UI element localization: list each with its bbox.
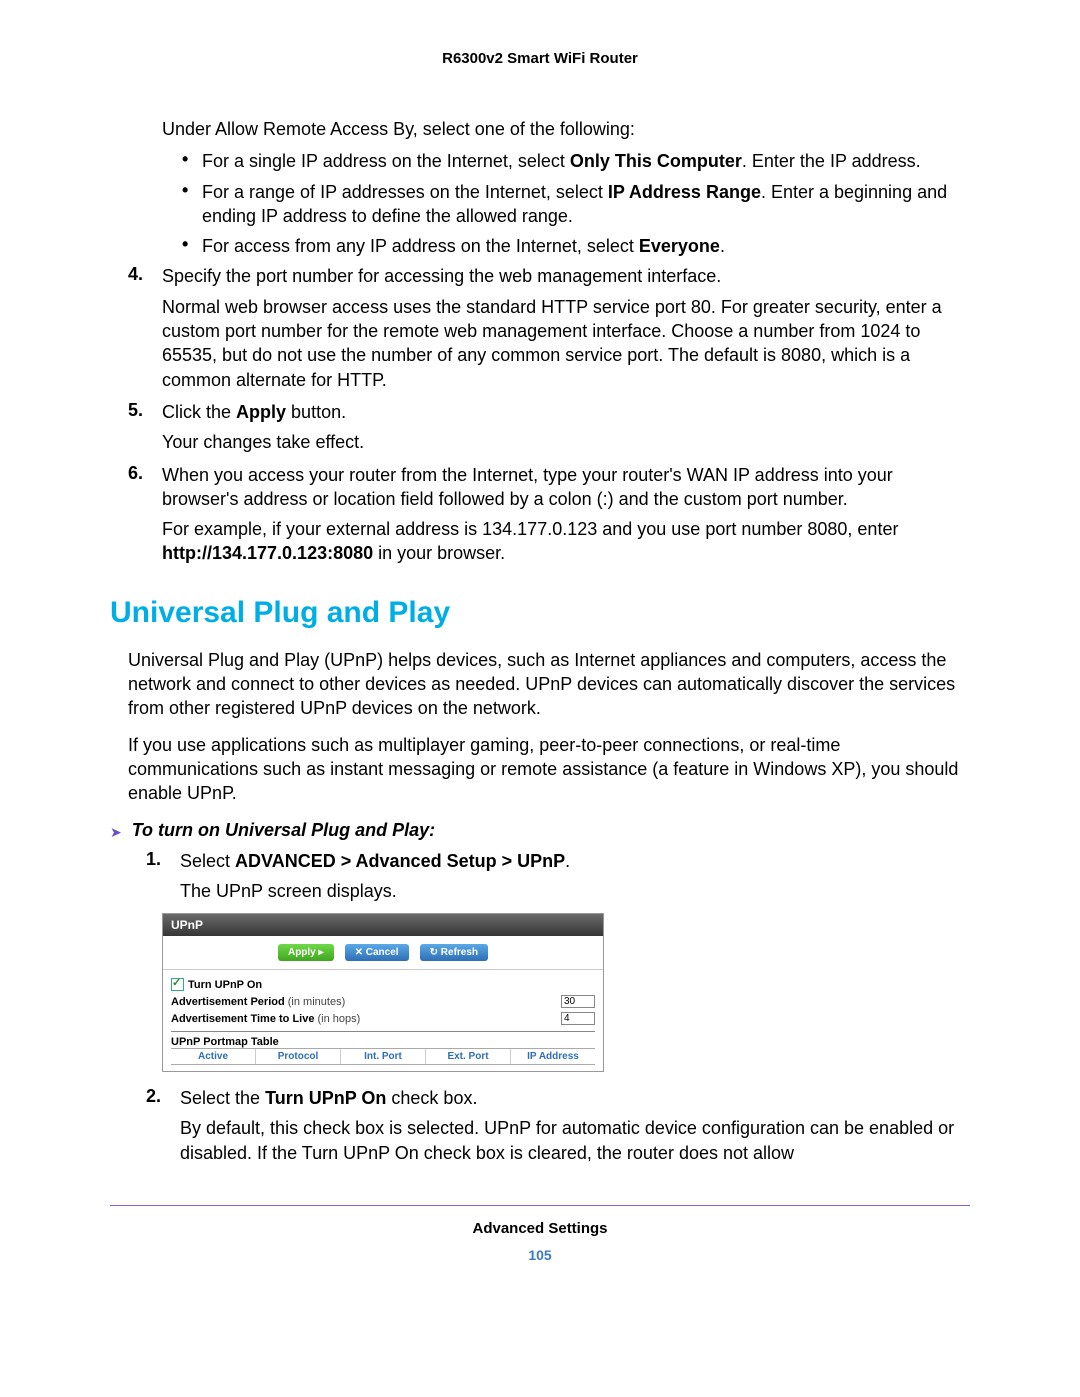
col-active: Active — [171, 1049, 256, 1064]
bold-text: ADVANCED > Advanced Setup > UPnP — [235, 851, 565, 871]
text: . Enter the IP address. — [742, 151, 921, 171]
procedure-heading: ➤ To turn on Universal Plug and Play: — [110, 820, 970, 841]
step-paragraph: Normal web browser access uses the stand… — [162, 295, 970, 392]
step-paragraph: By default, this check box is selected. … — [180, 1116, 970, 1165]
text: For example, if your external address is… — [162, 519, 898, 539]
adv-period-row: Advertisement Period (in minutes) 30 — [171, 993, 595, 1010]
step-number: 5. — [128, 400, 162, 424]
bullet-item: • For access from any IP address on the … — [182, 234, 970, 258]
apply-button[interactable]: Apply ▸ — [278, 944, 334, 961]
bullet-item: • For a range of IP addresses on the Int… — [182, 180, 970, 229]
text: button. — [286, 402, 346, 422]
numbered-step: 1. Select ADVANCED > Advanced Setup > UP… — [128, 849, 970, 873]
field-label: Advertisement Period — [171, 996, 285, 1008]
step-number: 2. — [146, 1086, 180, 1110]
section-paragraph: Universal Plug and Play (UPnP) helps dev… — [128, 648, 970, 721]
bold-text: IP Address Range — [608, 182, 761, 202]
col-int-port: Int. Port — [341, 1049, 426, 1064]
text: For a range of IP addresses on the Inter… — [202, 182, 608, 202]
step-paragraph: The UPnP screen displays. — [180, 879, 970, 903]
document-page: R6300v2 Smart WiFi Router Under Allow Re… — [0, 0, 1080, 1397]
turn-upnp-on-row: Turn UPnP On — [171, 976, 595, 993]
numbered-step: 2. Select the Turn UPnP On check box. — [128, 1086, 970, 1110]
bullet-dot-icon: • — [182, 180, 202, 229]
procedure-title: To turn on Universal Plug and Play: — [132, 820, 435, 841]
bold-text: Everyone — [639, 236, 720, 256]
adv-period-input[interactable]: 30 — [561, 995, 595, 1008]
turn-upnp-on-checkbox[interactable] — [171, 978, 184, 991]
text: For access from any IP address on the In… — [202, 236, 639, 256]
step-text: Specify the port number for accessing th… — [162, 264, 970, 288]
refresh-button[interactable]: ↻ Refresh — [420, 944, 488, 961]
button-row: Apply ▸ ✕ Cancel ↻ Refresh — [163, 936, 603, 970]
field-unit: (in minutes) — [288, 996, 345, 1008]
numbered-step: 6. When you access your router from the … — [110, 463, 970, 512]
text: Click the — [162, 402, 236, 422]
field-unit: (in hops) — [318, 1013, 361, 1025]
intro-text: Under Allow Remote Access By, select one… — [162, 117, 970, 141]
panel-title: UPnP — [163, 914, 603, 936]
checkbox-label: Turn UPnP On — [188, 979, 262, 991]
ttl-input[interactable]: 4 — [561, 1012, 595, 1025]
bullet-dot-icon: • — [182, 149, 202, 173]
page-footer: Advanced Settings 105 — [110, 1205, 970, 1263]
col-protocol: Protocol — [256, 1049, 341, 1064]
portmap-table-header: Active Protocol Int. Port Ext. Port IP A… — [171, 1048, 595, 1065]
upnp-screenshot: UPnP Apply ▸ ✕ Cancel ↻ Refresh Turn UPn… — [162, 913, 604, 1072]
bold-text: http://134.177.0.123:8080 — [162, 543, 373, 563]
step-text: When you access your router from the Int… — [162, 463, 970, 512]
bold-text: Turn UPnP On — [265, 1088, 386, 1108]
text: Select the — [180, 1088, 265, 1108]
step-paragraph: For example, if your external address is… — [162, 517, 970, 566]
document-header-title: R6300v2 Smart WiFi Router — [110, 50, 970, 67]
step-number: 4. — [128, 264, 162, 288]
page-number: 105 — [110, 1247, 970, 1263]
section-heading: Universal Plug and Play — [110, 596, 970, 630]
bold-text: Only This Computer — [570, 151, 742, 171]
text: in your browser. — [373, 543, 505, 563]
footer-section: Advanced Settings — [110, 1220, 970, 1237]
text: For a single IP address on the Internet,… — [202, 151, 570, 171]
step-paragraph: Your changes take effect. — [162, 430, 970, 454]
step-number: 1. — [146, 849, 180, 873]
step-number: 6. — [128, 463, 162, 512]
col-ext-port: Ext. Port — [426, 1049, 511, 1064]
ttl-row: Advertisement Time to Live (in hops) 4 — [171, 1010, 595, 1027]
text: . — [565, 851, 570, 871]
text: Select — [180, 851, 235, 871]
portmap-table-label: UPnP Portmap Table — [171, 1031, 595, 1048]
cancel-button[interactable]: ✕ Cancel — [345, 944, 409, 961]
numbered-step: 5. Click the Apply button. — [110, 400, 970, 424]
arrow-icon: ➤ — [110, 824, 122, 841]
bold-text: Apply — [236, 402, 286, 422]
bullet-item: • For a single IP address on the Interne… — [182, 149, 970, 173]
text: . — [720, 236, 725, 256]
section-paragraph: If you use applications such as multipla… — [128, 733, 970, 806]
col-ip-address: IP Address — [511, 1049, 595, 1064]
field-label: Advertisement Time to Live — [171, 1013, 314, 1025]
numbered-step: 4. Specify the port number for accessing… — [110, 264, 970, 288]
text: check box. — [386, 1088, 477, 1108]
bullet-dot-icon: • — [182, 234, 202, 258]
